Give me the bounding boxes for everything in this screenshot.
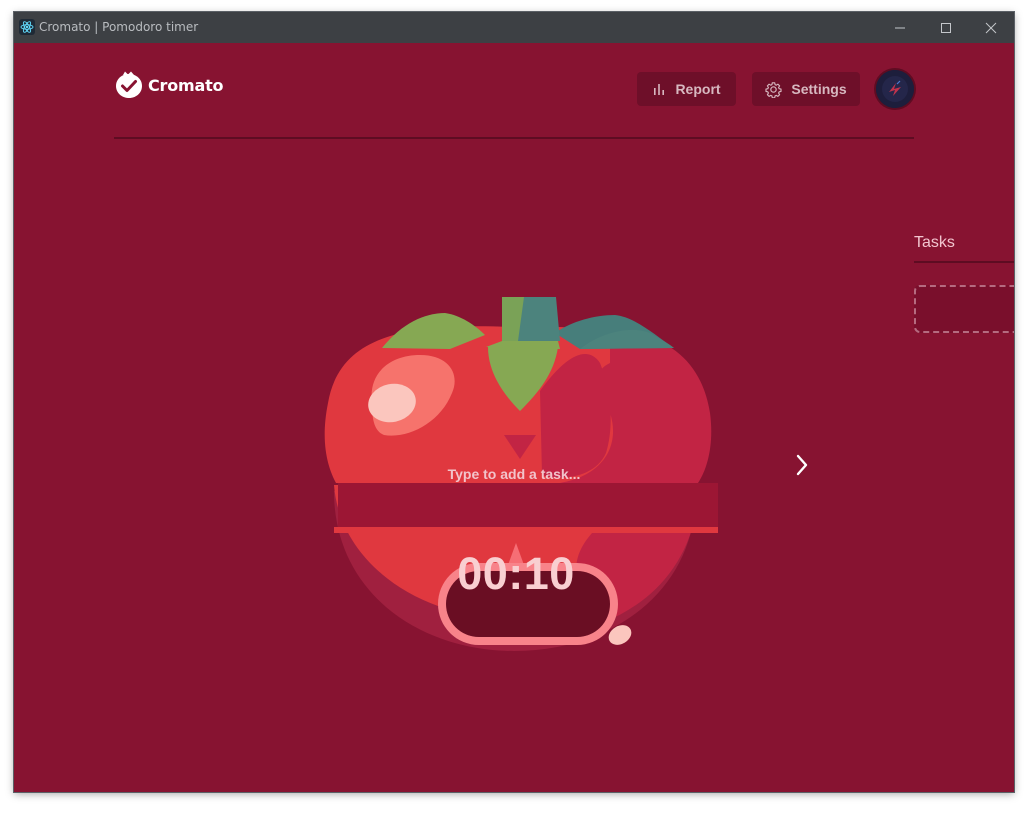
main-content: Cromato Report Settings Type to add a ta… — [14, 43, 1014, 792]
close-icon — [985, 22, 997, 33]
header-divider — [114, 137, 914, 139]
report-label: Report — [675, 81, 721, 97]
maximize-icon — [941, 22, 951, 33]
chevron-right-icon[interactable] — [792, 451, 812, 479]
avatar-image — [876, 70, 914, 108]
task-input[interactable] — [320, 453, 708, 495]
logo-text: Cromato — [148, 75, 224, 95]
check-badge-icon — [116, 71, 142, 98]
bar-chart-icon — [654, 84, 665, 95]
timer-display[interactable]: 00:10 — [434, 537, 598, 611]
settings-button[interactable]: Settings — [752, 72, 860, 106]
tasks-underline — [914, 261, 1014, 263]
logo[interactable]: Cromato — [114, 71, 224, 99]
report-button[interactable]: Report — [637, 72, 736, 106]
close-button[interactable] — [968, 12, 1014, 43]
tasks-title: Tasks — [914, 234, 955, 251]
title-bar[interactable]: Cromato | Pomodoro timer — [14, 12, 1014, 43]
react-atom-icon — [19, 19, 35, 35]
minimize-button[interactable] — [877, 12, 923, 43]
settings-label: Settings — [791, 81, 847, 97]
window-title: Cromato | Pomodoro timer — [39, 20, 199, 34]
minimize-icon — [895, 27, 905, 28]
app-window: Cromato | Pomodoro timer Cromato Report … — [14, 12, 1014, 792]
gear-icon — [765, 81, 782, 98]
avatar[interactable] — [876, 70, 914, 108]
maximize-button[interactable] — [923, 12, 969, 43]
add-task-box[interactable] — [914, 285, 1014, 333]
